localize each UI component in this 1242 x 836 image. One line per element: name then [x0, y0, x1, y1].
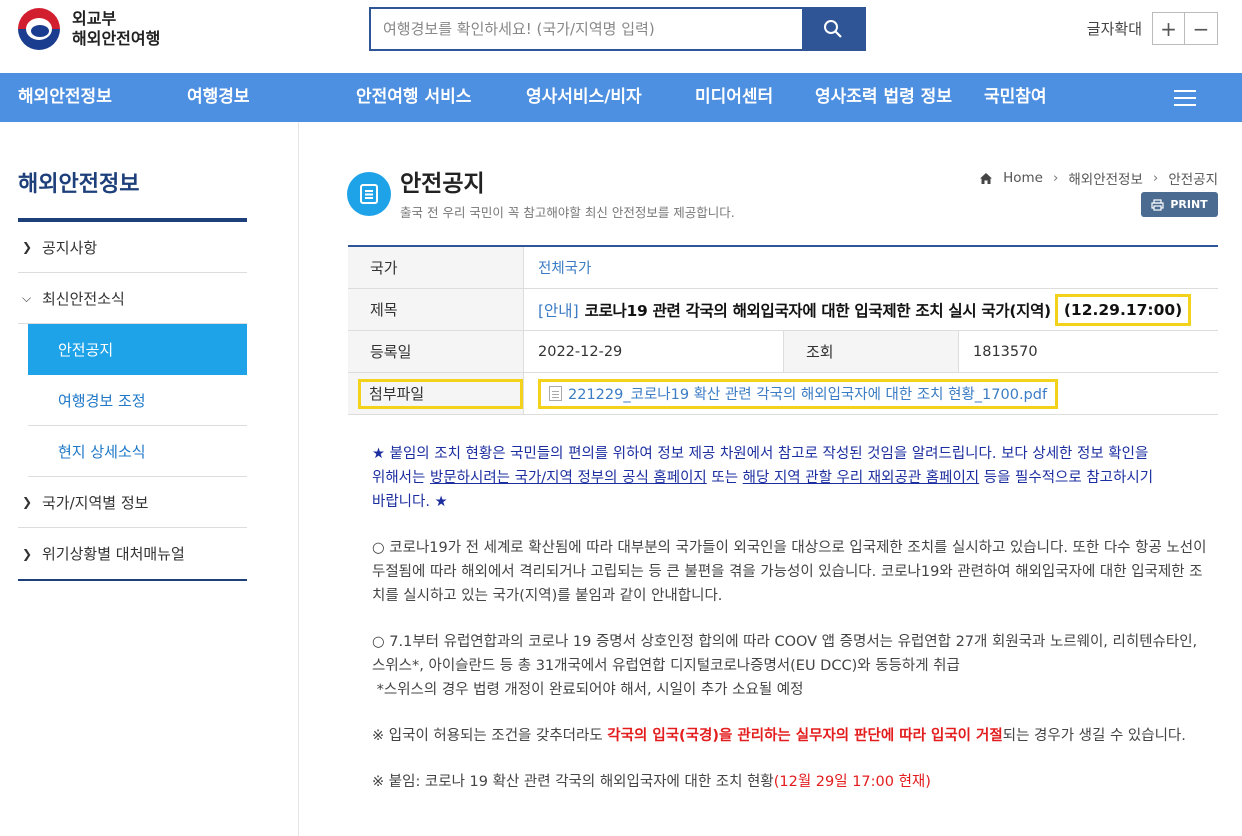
- search-input[interactable]: [371, 9, 802, 49]
- subject-tag: [안내]: [538, 301, 579, 320]
- home-icon: [980, 172, 993, 184]
- notice-paragraph: ★ 붙임의 조치 현황은 국민들의 편의를 위하여 정보 제공 차원에서 참고로…: [372, 446, 1154, 510]
- print-button[interactable]: PRINT: [1141, 192, 1218, 217]
- taegeuk-logo-icon: [18, 8, 60, 50]
- font-size-label: 글자확대: [1086, 20, 1142, 38]
- chevron-down-icon: ⌵: [22, 290, 32, 305]
- font-increase-button[interactable]: +: [1152, 12, 1185, 45]
- page-title: 안전공지: [400, 171, 485, 197]
- country-value-link[interactable]: 전체국가: [538, 257, 591, 278]
- sidebar-item-crisis-manual[interactable]: ❯ 위기상황별 대처매뉴얼: [18, 528, 247, 579]
- search-icon: [824, 20, 842, 38]
- main-nav: 해외안전정보 여행경보 안전여행 서비스 영사서비스/비자 미디어센터 영사조력…: [0, 73, 1242, 122]
- file-icon: [549, 386, 562, 401]
- search-bar: [369, 7, 866, 51]
- chevron-right-icon: ›: [1052, 170, 1059, 186]
- subject-title: 코로나19 관련 각국의 해외입국자에 대한 입국제한 조치 실시 국가(지역): [584, 301, 1052, 320]
- sidebar-subitem-alert-adjust[interactable]: 여행경보 조정: [28, 375, 247, 426]
- attachment-file-link[interactable]: 221229_코로나19 확산 관련 각국의 해외입국자에 대한 조치 현황_1…: [538, 378, 1059, 409]
- post-info-table: 국가 전체국가 제목 [안내] 코로나19 관련 각국의 해외입국자에 대한 입…: [348, 245, 1218, 415]
- date-value: 2022-12-29: [523, 331, 783, 372]
- sidebar-item-notice[interactable]: ❯ 공지사항: [18, 222, 247, 273]
- search-button[interactable]: [802, 9, 864, 49]
- breadcrumb-overseas-safety[interactable]: 해외안전정보: [1068, 168, 1143, 188]
- nav-item-consular-visa[interactable]: 영사서비스/비자: [526, 73, 642, 122]
- embassy-homepage-link[interactable]: 해당 지역 관할 우리 재외공관 홈페이지: [743, 470, 979, 486]
- site-logo[interactable]: 외교부 해외안전여행: [18, 8, 160, 50]
- nav-item-travel-alert[interactable]: 여행경보: [187, 73, 250, 122]
- gov-homepage-link[interactable]: 방문하시려는 국가/지역 정부의 공식 홈페이지: [430, 470, 707, 486]
- body-paragraph-2: ○ 7.1부터 유럽연합과의 코로나 19 증명서 상호인정 합의에 따라 CO…: [372, 634, 1198, 698]
- date-label: 등록일: [348, 331, 523, 372]
- sidebar-subitem-local-news[interactable]: 현지 상세소식: [28, 426, 247, 477]
- chevron-right-icon: ❯: [22, 240, 33, 254]
- views-value: 1813570: [958, 331, 1218, 372]
- table-row-date: 등록일 2022-12-29 조회 1813570: [348, 331, 1218, 373]
- nav-item-safe-travel-service[interactable]: 안전여행 서비스: [356, 73, 471, 122]
- views-label: 조회: [783, 331, 958, 372]
- body-paragraph-1: ○ 코로나19가 전 세계로 확산됨에 따라 대부분의 국가들이 외국인을 대상…: [372, 540, 1207, 604]
- breadcrumb: Home › 해외안전정보 › 안전공지: [979, 168, 1218, 188]
- sidebar-menu: ❯ 공지사항 ⌵ 최신안전소식 안전공지 여행경보 조정 현지 상세소식 ❯ 국…: [18, 222, 247, 581]
- nav-item-media-center[interactable]: 미디어센터: [695, 73, 773, 122]
- chevron-right-icon: ❯: [22, 495, 33, 509]
- subject-label: 제목: [348, 289, 523, 330]
- sidebar-bottom-divider: [18, 579, 247, 581]
- printer-icon: [1151, 198, 1164, 211]
- table-row-country: 국가 전체국가: [348, 247, 1218, 289]
- logo-text: 외교부 해외안전여행: [72, 9, 161, 48]
- sidebar: 해외안전정보 ❯ 공지사항 ⌵ 최신안전소식 안전공지 여행경보 조정 현지 상…: [0, 122, 299, 836]
- breadcrumb-home[interactable]: Home: [1003, 170, 1043, 186]
- country-label: 국가: [348, 247, 523, 288]
- body-paragraph-4: ※ 붙임: 코로나 19 확산 관련 각국의 해외입국자에 대한 조치 현황(1…: [372, 774, 931, 790]
- body-paragraph-3: ※ 입국이 허용되는 조건을 갖추더라도 각국의 입국(국경)을 관리하는 실무…: [372, 728, 1186, 744]
- header: 외교부 해외안전여행 글자확대 + −: [0, 0, 1242, 73]
- font-decrease-button[interactable]: −: [1185, 12, 1218, 45]
- breadcrumb-current[interactable]: 안전공지: [1168, 168, 1218, 188]
- nav-item-overseas-safety[interactable]: 해외안전정보: [18, 73, 112, 122]
- font-size-control: 글자확대 + −: [1087, 12, 1218, 45]
- table-row-attachment: 첨부파일 221229_코로나19 확산 관련 각국의 해외입국자에 대한 조치…: [348, 373, 1218, 415]
- nav-item-participation[interactable]: 국민참여: [984, 73, 1047, 122]
- attachment-label-highlight: 첨부파일: [358, 378, 523, 409]
- subject-time-highlight: (12.29.17:00): [1054, 293, 1192, 326]
- nav-item-consular-law[interactable]: 영사조력 법령 정보: [815, 73, 952, 122]
- post-body: ★ 붙임의 조치 현황은 국민들의 편의를 위하여 정보 제공 차원에서 참고로…: [372, 442, 1212, 816]
- sidebar-item-country-info[interactable]: ❯ 국가/지역별 정보: [18, 477, 247, 528]
- menu-icon[interactable]: [1174, 90, 1196, 106]
- page-description: 출국 전 우리 국민이 꼭 참고해야할 최신 안전정보를 제공합니다.: [400, 205, 735, 220]
- chevron-right-icon: ›: [1152, 170, 1159, 186]
- table-row-subject: 제목 [안내] 코로나19 관련 각국의 해외입국자에 대한 입국제한 조치 실…: [348, 289, 1218, 331]
- chevron-right-icon: ❯: [22, 546, 33, 561]
- document-icon: [347, 172, 391, 216]
- sidebar-item-latest-safety[interactable]: ⌵ 최신안전소식: [18, 273, 247, 324]
- sidebar-title: 해외안전정보: [18, 172, 140, 197]
- sidebar-subitem-safety-notice[interactable]: 안전공지: [28, 324, 247, 375]
